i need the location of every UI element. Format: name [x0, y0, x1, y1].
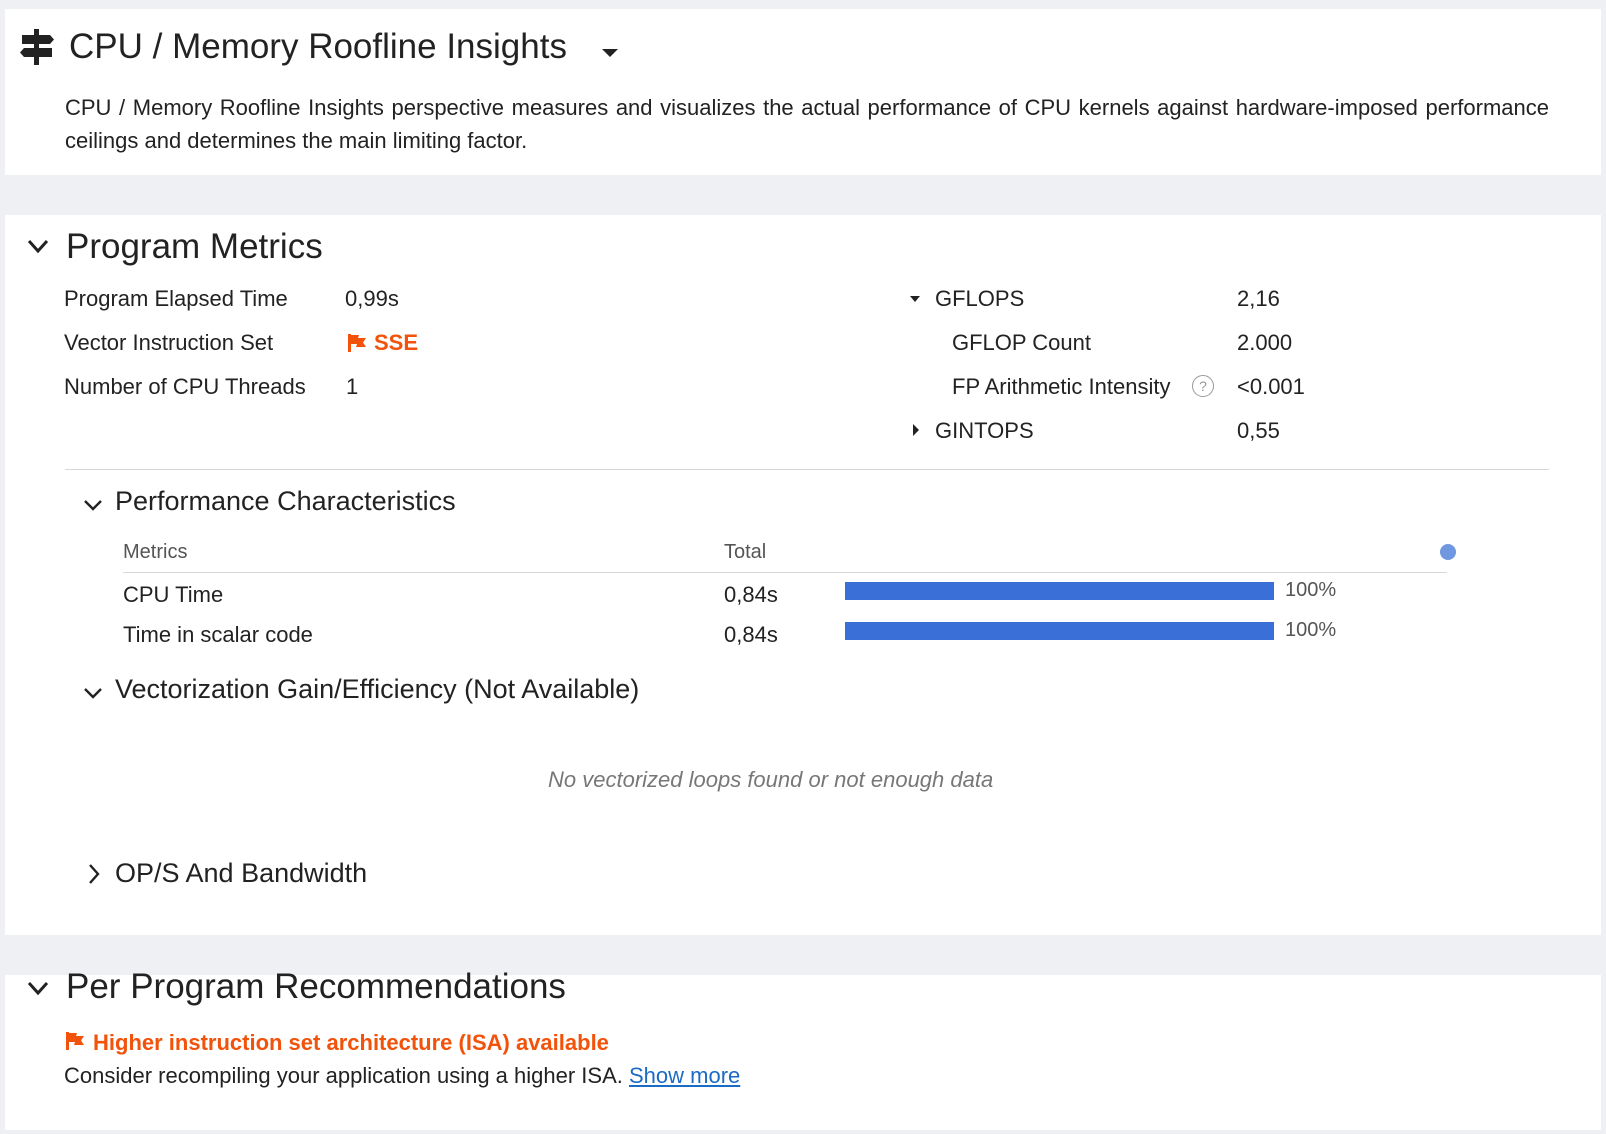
- help-icon[interactable]: ?: [1192, 375, 1214, 397]
- column-settings-dot[interactable]: [1440, 544, 1456, 560]
- recommendations-title[interactable]: Per Program Recommendations: [66, 967, 566, 1007]
- cpu-time-label: CPU Time: [123, 582, 224, 607]
- vector-isa-label: Vector Instruction Set: [64, 330, 274, 355]
- elapsed-time-label: Program Elapsed Time: [64, 286, 288, 311]
- recommendations-panel: Per Program Recommendations Higher instr…: [5, 967, 1601, 1130]
- metrics-column-header[interactable]: Metrics: [123, 541, 187, 564]
- perspective-description: CPU / Memory Roofline Insights perspecti…: [65, 95, 1549, 153]
- cpu-time-bar: [845, 582, 1274, 600]
- program-metrics-title[interactable]: Program Metrics: [66, 227, 323, 267]
- vectorization-title[interactable]: Vectorization Gain/Efficiency (Not Avail…: [115, 674, 639, 705]
- elapsed-time-value: 0,99s: [345, 286, 399, 311]
- signpost-icon: [20, 29, 54, 65]
- triangle-down-icon[interactable]: [909, 294, 921, 304]
- scalar-time-percent: 100%: [1285, 619, 1337, 641]
- cpu-time-value: 0,84s: [724, 582, 778, 607]
- chevron-down-icon[interactable]: [27, 235, 49, 257]
- program-metrics-panel: Program Metrics Program Elapsed Time 0,9…: [5, 215, 1601, 935]
- cpu-threads-value: 1: [346, 374, 359, 399]
- fp-intensity-value: <0.001: [1237, 374, 1305, 399]
- gflop-count-label: GFLOP Count: [952, 330, 1091, 355]
- scalar-time-label: Time in scalar code: [123, 622, 313, 647]
- table-header-divider: [123, 572, 1447, 573]
- metrics-divider: [65, 469, 1549, 470]
- gintops-value: 0,55: [1237, 418, 1280, 443]
- isa-recommendation-title: Higher instruction set architecture (ISA…: [93, 1030, 609, 1055]
- perspective-header-panel: CPU / Memory Roofline Insights CPU / Mem…: [5, 9, 1601, 175]
- flag-icon: [348, 334, 366, 352]
- scalar-time-bar: [845, 622, 1274, 640]
- perspective-dropdown-icon[interactable]: [602, 49, 618, 57]
- perspective-title[interactable]: CPU / Memory Roofline Insights: [69, 27, 567, 67]
- gflops-label[interactable]: GFLOPS: [935, 286, 1024, 312]
- gflops-value: 2,16: [1237, 286, 1280, 311]
- chevron-down-icon[interactable]: [83, 495, 103, 515]
- show-more-link[interactable]: Show more: [629, 1063, 740, 1088]
- recommendation-body: Consider recompiling your application us…: [64, 1063, 623, 1088]
- performance-characteristics-title[interactable]: Performance Characteristics: [115, 486, 456, 517]
- chevron-down-icon[interactable]: [27, 977, 49, 999]
- isa-recommendation-text: Consider recompiling your application us…: [64, 1063, 740, 1089]
- total-column-header[interactable]: Total: [724, 541, 766, 564]
- vectorization-empty-message: No vectorized loops found or not enough …: [548, 767, 994, 792]
- cpu-threads-label: Number of CPU Threads: [64, 374, 306, 399]
- chevron-right-icon[interactable]: [87, 863, 101, 885]
- fp-intensity-label: FP Arithmetic Intensity: [952, 374, 1171, 399]
- triangle-right-icon[interactable]: [911, 423, 921, 437]
- cpu-time-percent: 100%: [1285, 579, 1337, 601]
- gflop-count-value: 2.000: [1237, 330, 1293, 355]
- ops-bandwidth-title[interactable]: OP/S And Bandwidth: [115, 858, 367, 889]
- gintops-label[interactable]: GINTOPS: [935, 418, 1034, 444]
- vector-isa-value[interactable]: SSE: [374, 330, 418, 356]
- flag-icon: [66, 1032, 84, 1050]
- scalar-time-value: 0,84s: [724, 622, 778, 647]
- chevron-down-icon[interactable]: [83, 683, 103, 703]
